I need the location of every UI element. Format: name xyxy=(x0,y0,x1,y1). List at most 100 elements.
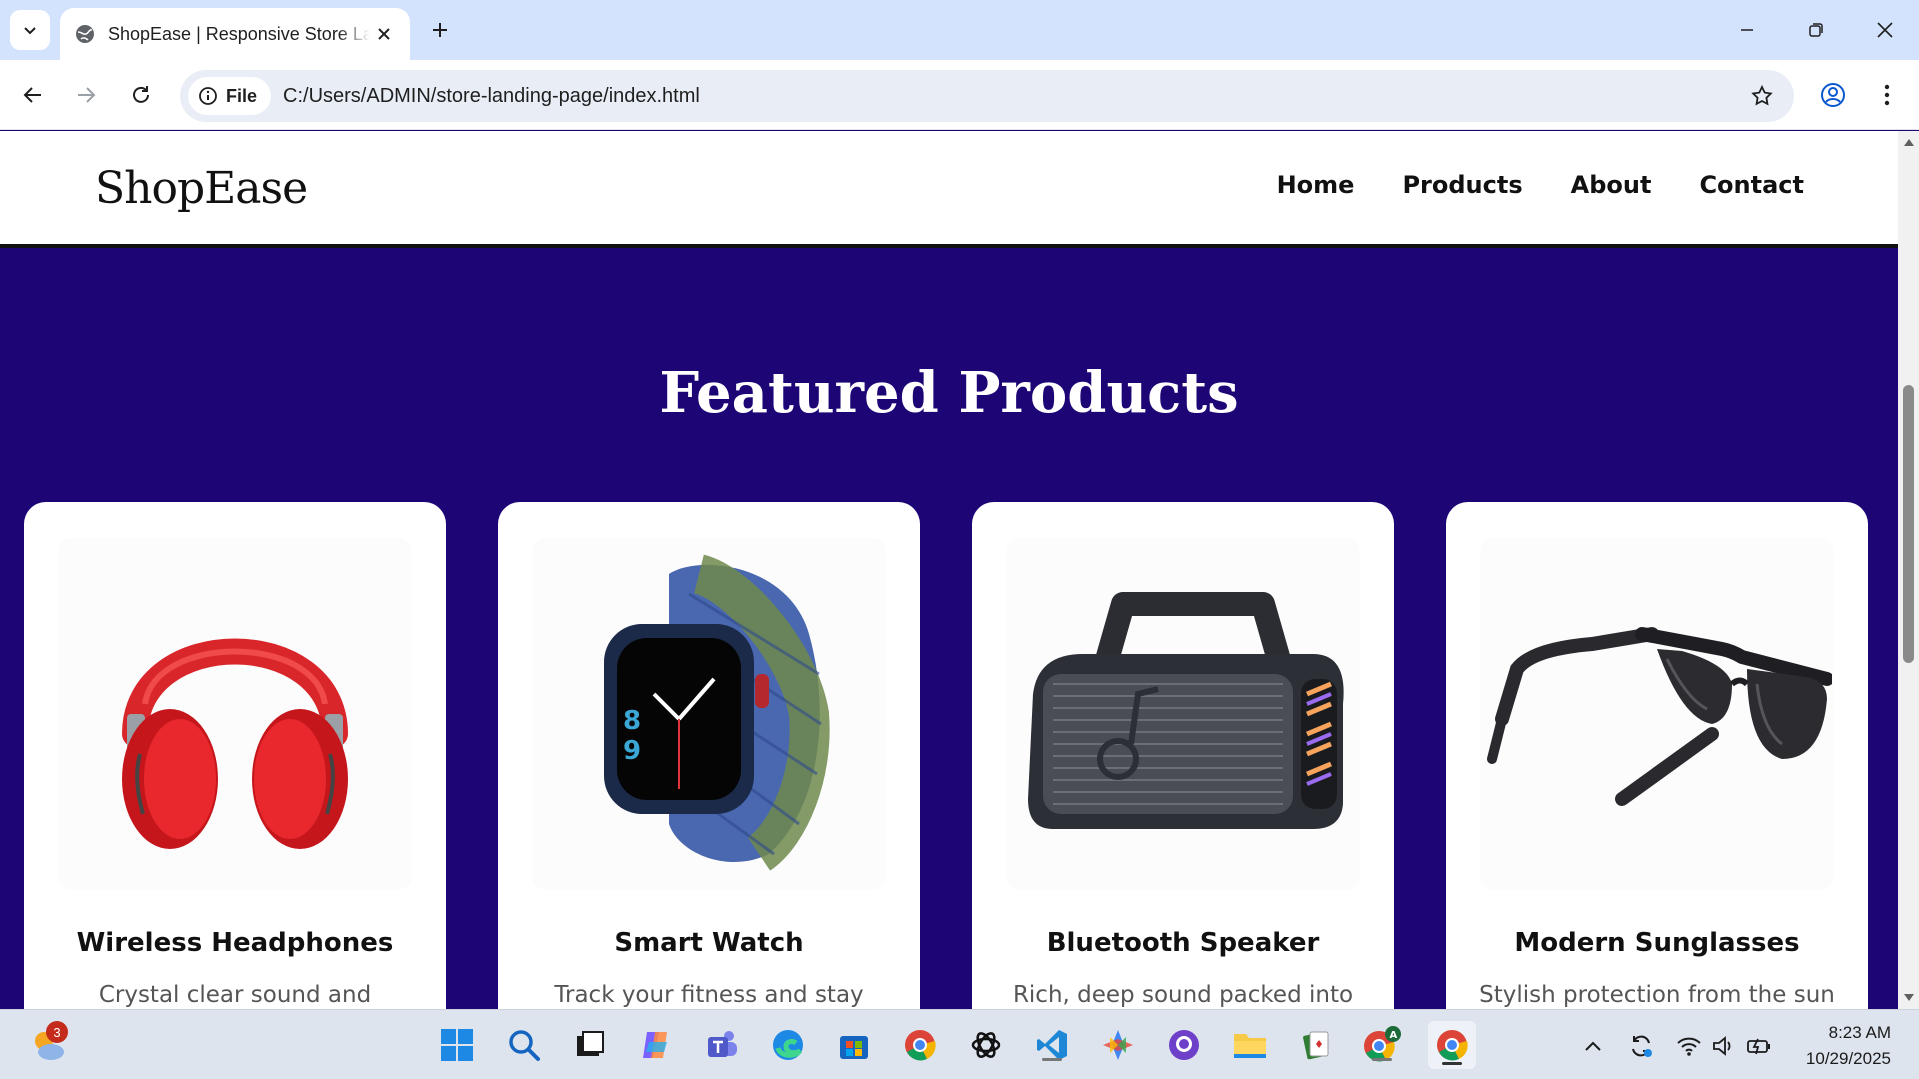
task-view-icon xyxy=(577,1031,604,1056)
teams-icon xyxy=(708,1031,737,1057)
chrome-active-icon xyxy=(1437,1030,1468,1061)
browser-tab-strip: ShopEase | Responsive Store Landing Page xyxy=(0,0,1919,60)
main-nav: Home Products About Contact xyxy=(1277,171,1804,199)
chevron-down-icon xyxy=(24,27,36,35)
chrome-profile-app[interactable]: A xyxy=(1362,1025,1402,1065)
vscode-app[interactable] xyxy=(1032,1025,1072,1065)
nav-about[interactable]: About xyxy=(1571,171,1652,199)
new-tab-button[interactable] xyxy=(424,14,456,46)
running-indicator xyxy=(1372,1058,1392,1061)
teams-app[interactable] xyxy=(702,1025,742,1065)
chatgpt-app[interactable] xyxy=(966,1025,1006,1065)
close-icon xyxy=(1877,22,1893,38)
profile-icon xyxy=(1821,83,1845,107)
site-info-chip[interactable]: File xyxy=(188,77,272,115)
wifi-icon xyxy=(1677,1037,1701,1056)
product-card[interactable]: 8 9 Smart Watch Track your fitness and s… xyxy=(498,502,920,1009)
windows-start-icon xyxy=(441,1029,473,1061)
svg-text:A: A xyxy=(1390,1030,1398,1041)
restore-button[interactable] xyxy=(1791,10,1841,50)
product-description: Track your fitness and stay xyxy=(554,982,864,1008)
product-description: Stylish protection from the sun xyxy=(1479,982,1835,1008)
smart-watch-image: 8 9 xyxy=(604,554,830,871)
site-logo[interactable]: ShopEase xyxy=(95,163,308,214)
svg-text:8: 8 xyxy=(623,706,641,736)
menu-button[interactable] xyxy=(1867,75,1907,115)
volume-status[interactable] xyxy=(1710,1033,1736,1059)
forward-button[interactable] xyxy=(66,75,106,115)
address-bar[interactable]: File C:/Users/ADMIN/store-landing-page/i… xyxy=(180,70,1794,122)
nav-home[interactable]: Home xyxy=(1277,171,1355,199)
vscode-icon xyxy=(1037,1030,1067,1060)
chatgpt-icon xyxy=(971,1032,1001,1058)
profile-button[interactable] xyxy=(1813,75,1853,115)
svg-text:9: 9 xyxy=(623,736,641,766)
chrome-icon xyxy=(905,1030,936,1061)
close-tab-button[interactable] xyxy=(372,22,396,46)
close-icon xyxy=(378,28,390,40)
search-icon xyxy=(509,1030,540,1061)
scroll-down-icon[interactable] xyxy=(1903,993,1915,1003)
scroll-up-icon[interactable] xyxy=(1903,137,1915,147)
arrow-right-icon xyxy=(78,87,96,103)
tab-search-button[interactable] xyxy=(10,10,50,50)
browser-toolbar: File C:/Users/ADMIN/store-landing-page/i… xyxy=(0,60,1919,130)
minimize-button[interactable] xyxy=(1722,10,1772,50)
nav-products[interactable]: Products xyxy=(1402,171,1522,199)
url-text[interactable]: C:/Users/ADMIN/store-landing-page/index.… xyxy=(283,85,700,108)
more-vertical-icon xyxy=(1884,84,1890,106)
github-icon xyxy=(1169,1030,1199,1060)
product-grid: Wireless Headphones Crystal clear sound … xyxy=(24,502,1876,1009)
show-hidden-icons[interactable] xyxy=(1580,1033,1606,1059)
product-image xyxy=(1006,538,1360,890)
bookmark-button[interactable] xyxy=(1744,78,1780,114)
chrome-app[interactable] xyxy=(900,1025,940,1065)
store-icon xyxy=(840,1036,868,1059)
gemini-app[interactable] xyxy=(1098,1025,1138,1065)
nav-contact[interactable]: Contact xyxy=(1699,171,1804,199)
page-scrollbar[interactable] xyxy=(1898,131,1919,1009)
edge-icon xyxy=(773,1030,803,1060)
store-app[interactable] xyxy=(834,1025,874,1065)
product-name: Wireless Headphones xyxy=(76,928,394,958)
clock-date: 10/29/2025 xyxy=(1805,1049,1891,1068)
back-button[interactable] xyxy=(13,75,53,115)
minimize-icon xyxy=(1741,29,1753,31)
product-description: Rich, deep sound packed into xyxy=(1012,982,1354,1008)
active-indicator xyxy=(1442,1062,1462,1065)
product-description: Crystal clear sound and xyxy=(98,982,372,1008)
close-window-button[interactable] xyxy=(1860,10,1910,50)
copilot-icon xyxy=(643,1032,667,1058)
product-card[interactable]: Wireless Headphones Crystal clear sound … xyxy=(24,502,446,1009)
globe-icon xyxy=(76,25,94,43)
solitaire-app[interactable] xyxy=(1296,1025,1336,1065)
product-image: 8 9 xyxy=(532,538,886,890)
chevron-up-icon xyxy=(1585,1041,1601,1051)
browser-tab-active[interactable]: ShopEase | Responsive Store Landing Page xyxy=(60,8,410,60)
edge-app[interactable] xyxy=(768,1025,808,1065)
speaker-icon xyxy=(1713,1036,1731,1056)
product-card[interactable]: Modern Sunglasses Stylish protection fro… xyxy=(1446,502,1868,1009)
chrome-active-app[interactable] xyxy=(1428,1021,1476,1069)
task-view[interactable] xyxy=(570,1025,610,1065)
github-app[interactable] xyxy=(1164,1025,1204,1065)
system-clock[interactable]: 8:23 AM 10/29/2025 xyxy=(1806,1020,1891,1072)
file-explorer-app[interactable] xyxy=(1230,1025,1270,1065)
wifi-status[interactable] xyxy=(1676,1033,1702,1059)
battery-status[interactable] xyxy=(1746,1033,1772,1059)
restore-icon xyxy=(1809,23,1823,37)
taskbar-search[interactable] xyxy=(504,1025,544,1065)
section-title: Featured Products xyxy=(659,360,1239,426)
product-card[interactable]: Bluetooth Speaker Rich, deep sound packe… xyxy=(972,502,1394,1009)
plus-icon xyxy=(433,23,447,37)
copilot-app[interactable] xyxy=(636,1025,676,1065)
product-image xyxy=(58,538,412,890)
start-button[interactable] xyxy=(437,1025,477,1065)
scrollbar-thumb[interactable] xyxy=(1903,385,1914,663)
reload-button[interactable] xyxy=(121,75,161,115)
product-name: Bluetooth Speaker xyxy=(1046,928,1320,958)
running-indicator xyxy=(1042,1058,1062,1061)
arrow-left-icon xyxy=(23,87,41,103)
info-icon xyxy=(199,87,217,105)
sync-status[interactable] xyxy=(1628,1033,1654,1059)
